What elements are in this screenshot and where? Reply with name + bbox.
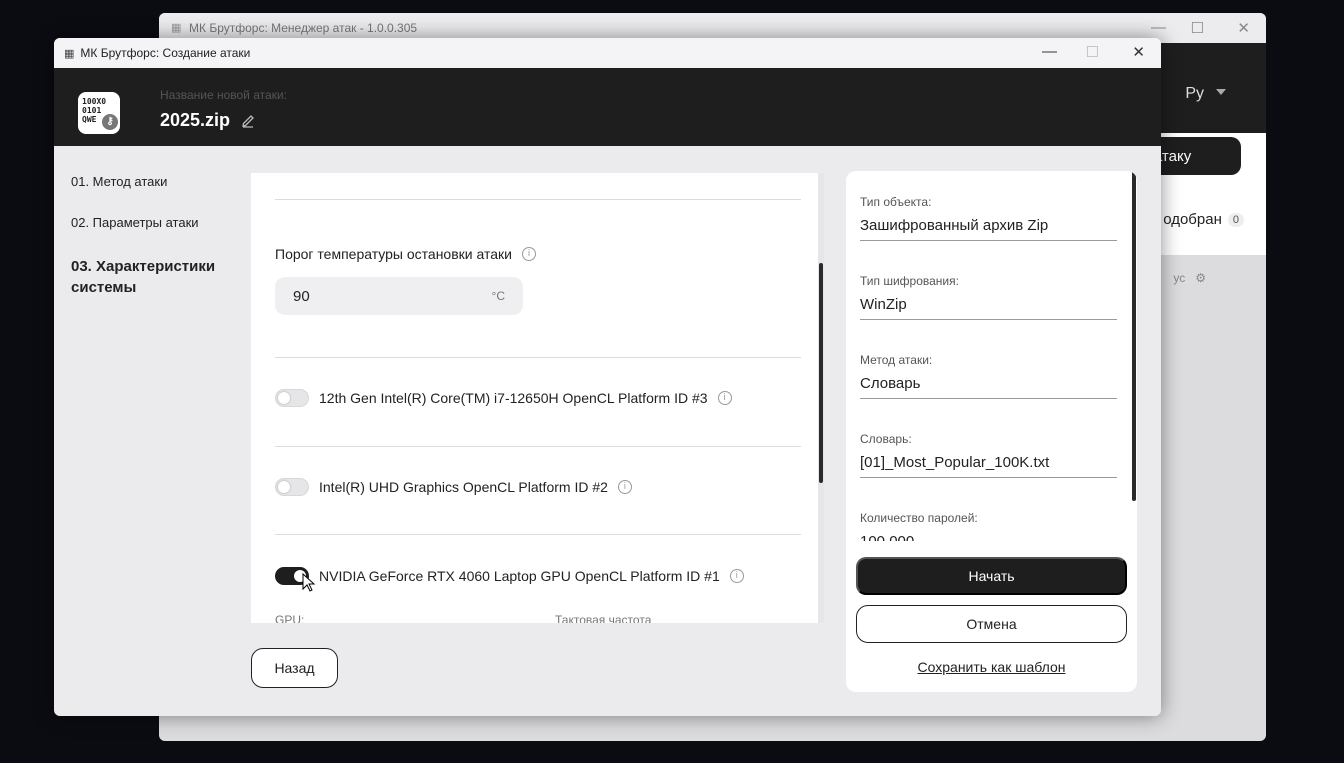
temp-threshold-input[interactable]: 90 °C [275,277,523,315]
summary-label: Тип шифрования: [860,274,959,288]
dialog-titlebar: ▦ МК Брутфорс: Создание атаки — ☐ ✕ [54,38,1161,68]
dialog-header: 100X0 0101 QWE ⚷ Название новой атаки: 2… [54,68,1161,146]
cancel-button[interactable]: Отмена [856,605,1127,643]
device-row-nvidia: NVIDIA GeForce RTX 4060 Laptop GPU OpenC… [275,567,744,585]
create-attack-dialog: ▦ МК Брутфорс: Создание атаки — ☐ ✕ 100X… [54,38,1161,716]
temp-threshold-label: Порог температуры остановки атаки i [275,246,536,262]
summary-value: WinZip [860,296,907,313]
close-icon[interactable]: ✕ [1132,43,1145,61]
divider [275,534,801,535]
chevron-down-icon[interactable] [1216,89,1226,95]
step-system[interactable]: 03. Характеристики системы [71,256,231,298]
divider [275,357,801,358]
summary-panel: Тип объекта: Зашифрованный архив Zip Тип… [846,171,1137,692]
info-icon[interactable]: i [617,480,632,494]
maximize-icon[interactable]: ☐ [1086,43,1099,61]
attack-name: 2025.zip [160,110,256,131]
summary-item: Словарь: [01]_Most_Popular_100K.txt [860,432,1117,478]
divider [275,199,801,200]
step-method[interactable]: 01. Метод атаки [71,174,251,189]
params-panel: Порог температуры остановки атаки i 90 °… [251,173,819,623]
close-icon[interactable]: ✕ [1237,19,1250,37]
device-name-cpu: 12th Gen Intel(R) Core(TM) i7-12650H Ope… [319,390,708,406]
app-logo: 100X0 0101 QWE ⚷ [78,92,120,134]
maximize-icon[interactable]: ☐ [1191,19,1204,37]
status-filter[interactable]: ус ⚙ [1173,271,1206,285]
summary-value: 100 000 [860,533,1117,541]
tab-picked[interactable]: одобран 0 [1163,211,1244,228]
panel-scrollbar-thumb[interactable] [819,263,823,483]
attack-name-label: Название новой атаки: [160,88,287,102]
summary-label: Метод атаки: [860,353,933,367]
dialog-title: МК Брутфорс: Создание атаки [80,46,251,60]
app-icon: ▦ [64,47,75,60]
summary-value: Словарь [860,375,921,392]
status-filter-label: ус [1173,271,1186,285]
info-icon[interactable]: i [521,247,536,261]
manager-title: МК Брутфорс: Менеджер атак - 1.0.0.305 [189,21,418,35]
count-badge: 0 [1227,212,1244,227]
frequency-label: Тактовая частота [555,613,652,623]
device-toggle-cpu[interactable] [275,389,309,407]
summary-item: Метод атаки: Словарь [860,353,1117,399]
language-selector[interactable]: Ру [1185,85,1204,103]
device-row-igpu: Intel(R) UHD Graphics OpenCL Platform ID… [275,478,632,496]
gpu-label: GPU: [275,613,305,623]
temp-value: 90 [293,287,310,305]
summary-value: [01]_Most_Popular_100K.txt [860,454,1050,471]
divider [275,446,801,447]
summary-scrollbar[interactable] [1132,171,1136,501]
key-icon: ⚷ [102,114,118,130]
start-button[interactable]: Начать [856,557,1127,595]
summary-label: Тип объекта: [860,195,932,209]
filter-icon: ⚙ [1195,271,1206,285]
summary-item: Тип шифрования: WinZip [860,274,1117,320]
minimize-icon[interactable]: — [1151,19,1166,36]
steps-nav: 01. Метод атаки 02. Параметры атаки 03. … [71,174,251,324]
minimize-icon[interactable]: — [1042,43,1057,60]
summary-value: Зашифрованный архив Zip [860,217,1049,234]
summary-list: Тип объекта: Зашифрованный архив Zip Тип… [846,171,1137,541]
summary-label: Словарь: [860,432,912,446]
app-icon: ▦ [171,22,182,34]
device-name-igpu: Intel(R) UHD Graphics OpenCL Platform ID… [319,479,608,495]
save-template-link[interactable]: Сохранить как шаблон [846,659,1137,675]
info-icon[interactable]: i [729,569,744,583]
device-name-nvidia: NVIDIA GeForce RTX 4060 Laptop GPU OpenC… [319,568,720,584]
attack-name-value: 2025.zip [160,110,231,130]
summary-label: Количество паролей: [860,511,978,525]
info-icon[interactable]: i [717,391,732,405]
device-row-cpu: 12th Gen Intel(R) Core(TM) i7-12650H Ope… [275,389,732,407]
back-button[interactable]: Назад [251,648,338,688]
mouse-cursor-icon [302,573,316,592]
device-toggle-igpu[interactable] [275,478,309,496]
tab-picked-label: одобран [1163,211,1222,228]
summary-item: Количество паролей: 100 000 [860,511,1117,541]
summary-item: Тип объекта: Зашифрованный архив Zip [860,195,1117,241]
step-params[interactable]: 02. Параметры атаки [71,215,251,230]
pencil-icon[interactable] [240,113,256,129]
temp-unit: °C [491,289,505,303]
temp-threshold-text: Порог температуры остановки атаки [275,246,512,262]
